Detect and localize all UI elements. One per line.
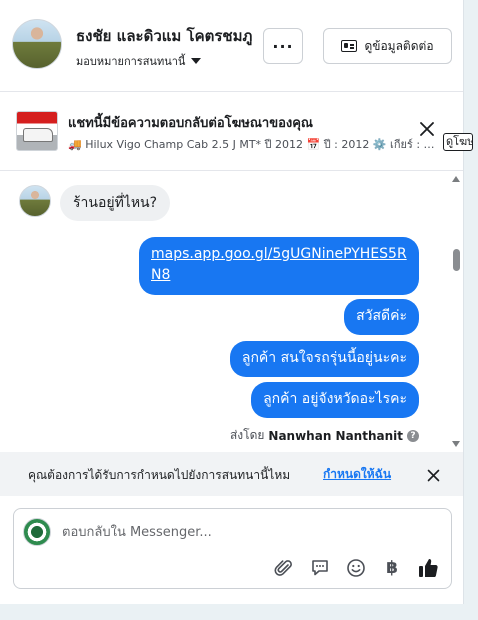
page-logo [23,518,51,546]
ad-banner-title: แชทนี้มีข้อความตอบกลับต่อโฆษณาของคุณ [68,116,313,131]
attachment-icon[interactable] [273,557,295,579]
ad-reply-banner: แชทนี้มีข้อความตอบกลับต่อโฆษณาของคุณ 🚚 H… [0,92,463,171]
outgoing-message: ลูกค้า สนใจรถรุ่นนี้อยู่นะคะ [229,341,419,377]
scrollbar-thumb[interactable] [453,249,460,271]
emoji-icon[interactable] [345,557,367,579]
payment-icon[interactable]: ฿ [381,557,403,579]
info-icon[interactable]: ? [407,429,419,442]
sent-by-line: ส่งโดย Nanwhan Nanthanit ? [230,426,419,445]
view-ad-button[interactable]: ดูโฆษณา [443,133,473,151]
reply-input[interactable] [62,522,432,542]
message-composer: ฿ [13,508,452,589]
chevron-down-icon [191,58,202,64]
assign-prompt-bar: คุณต้องการได้รับการกำหนดไปยังการสนทนานี้… [0,452,463,496]
view-contact-button[interactable]: ดูข้อมูลติดต่อ [323,28,452,64]
assign-label: มอบหมายการสนทนานี้ [76,55,186,68]
more-options-button[interactable]: ··· [263,28,303,64]
message-thread: ร้านอยู่ที่ไหน? maps.app.goo.gl/5gUGNine… [0,171,463,450]
thumbs-up-icon[interactable] [417,557,439,579]
contact-card-icon [341,40,358,52]
contact-name[interactable]: ธงชัย และดิวแม โคตรชมภู [76,24,260,48]
sender-avatar [19,185,51,217]
assign-to-me-link[interactable]: กำหนดให้ฉัน [323,465,391,484]
incoming-message: ร้านอยู่ที่ไหน? [60,185,171,221]
sent-by-name: Nanwhan Nanthanit [268,428,403,443]
close-assign-bar-icon[interactable] [427,467,440,486]
scroll-down-arrow-icon[interactable] [452,441,460,447]
assign-prompt-text: คุณต้องการได้รับการกำหนดไปยังการสนทนานี้… [28,468,291,482]
outgoing-message: สวัสดีค่ะ [344,299,419,335]
close-ad-banner-icon[interactable] [419,121,435,141]
outgoing-message: ลูกค้า อยู่จังหวัดอะไรคะ [251,382,419,418]
avatar[interactable] [12,19,62,69]
outgoing-message-link[interactable]: maps.app.goo.gl/5gUGNinePYHES5RN8 [139,237,419,295]
assign-dropdown[interactable]: มอบหมายการสนทนานี้ [76,52,202,70]
ad-banner-detail: 🚚 Hilux Vigo Champ Cab 2.5 J MT* ปี 2012… [68,138,440,151]
conversation-header: ธงชัย และดิวแม โคตรชมภู มอบหมายการสนทนาน… [0,0,463,92]
scroll-up-arrow-icon[interactable] [452,176,460,182]
sent-by-prefix: ส่งโดย [229,428,265,442]
view-contact-label: ดูข้อมูลติดต่อ [364,38,434,53]
ad-thumbnail [16,111,58,151]
saved-replies-icon[interactable] [309,557,331,579]
composer-toolbar: ฿ [273,557,439,579]
conversation-panel: ธงชัย และดิวแม โคตรชมภู มอบหมายการสนทนาน… [0,0,464,604]
message-scrollbar[interactable] [450,171,462,450]
